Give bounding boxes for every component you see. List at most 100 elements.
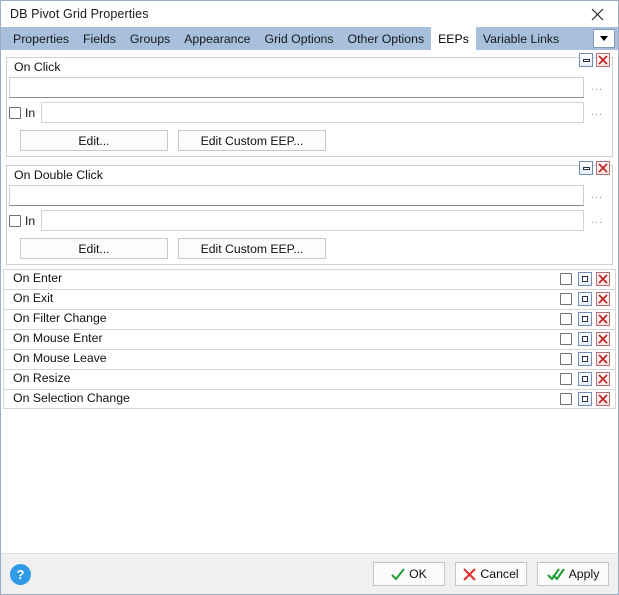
row-tools (560, 352, 610, 366)
delete-icon[interactable] (596, 53, 610, 67)
edit-custom-eep-button[interactable]: Edit Custom EEP... (178, 130, 326, 151)
row-tools (560, 392, 610, 406)
edit-button[interactable]: Edit... (20, 130, 168, 151)
expand-icon[interactable] (578, 352, 592, 366)
tab-other-options[interactable]: Other Options (341, 27, 432, 50)
row-label: On Mouse Enter (4, 332, 108, 345)
delete-icon[interactable] (596, 292, 610, 306)
cross-icon (463, 567, 477, 581)
group-tools (579, 53, 610, 67)
tab-appearance[interactable]: Appearance (177, 27, 257, 50)
row-label: On Resize (4, 372, 76, 385)
row-checkbox[interactable] (560, 313, 572, 325)
in-input[interactable] (41, 102, 584, 123)
in-browse-button[interactable]: ... (584, 210, 610, 231)
chevron-down-icon[interactable] (593, 29, 615, 48)
expand-icon[interactable] (578, 312, 592, 326)
tab-properties[interactable]: Properties (6, 27, 76, 50)
row-on-filter-change[interactable]: On Filter Change (3, 309, 616, 329)
tab-groups[interactable]: Groups (123, 27, 177, 50)
row-on-mouse-enter[interactable]: On Mouse Enter (3, 329, 616, 349)
delete-icon[interactable] (596, 372, 610, 386)
main-field-row: ... (9, 77, 610, 98)
row-checkbox[interactable] (560, 353, 572, 365)
in-checkbox[interactable] (9, 214, 21, 227)
ok-label: OK (409, 567, 427, 581)
row-on-enter[interactable]: On Enter (3, 269, 616, 289)
browse-button[interactable]: ... (584, 185, 610, 206)
row-label: On Mouse Leave (4, 352, 112, 365)
row-on-resize[interactable]: On Resize (3, 369, 616, 389)
row-on-selection-change[interactable]: On Selection Change (3, 389, 616, 409)
expand-icon[interactable] (578, 332, 592, 346)
ok-button[interactable]: OK (373, 562, 445, 586)
in-input[interactable] (41, 210, 584, 231)
in-field-row: In ... (9, 102, 610, 123)
eep-name-input[interactable] (9, 185, 584, 206)
cancel-button[interactable]: Cancel (455, 562, 527, 586)
edit-button[interactable]: Edit... (20, 238, 168, 259)
check-icon (391, 567, 405, 580)
delete-icon[interactable] (596, 312, 610, 326)
tab-fields[interactable]: Fields (76, 27, 123, 50)
row-label: On Enter (4, 272, 68, 285)
footer-bar: ? OK Cancel Apply (1, 553, 618, 594)
expand-icon[interactable] (578, 372, 592, 386)
row-checkbox[interactable] (560, 273, 572, 285)
tab-variable-links[interactable]: Variable Links (476, 27, 566, 50)
page-title: DB Pivot Grid Properties (10, 7, 149, 21)
row-on-exit[interactable]: On Exit (3, 289, 616, 309)
delete-icon[interactable] (596, 332, 610, 346)
main-field-row: ... (9, 185, 610, 206)
in-label: In (25, 105, 36, 120)
row-tools (560, 372, 610, 386)
group-buttons: Edit... Edit Custom EEP... (9, 238, 610, 259)
row-label: On Exit (4, 292, 59, 305)
in-label: In (25, 213, 36, 228)
tab-eeps[interactable]: EEPs (431, 27, 476, 50)
row-checkbox[interactable] (560, 393, 572, 405)
tab-strip: Properties Fields Groups Appearance Grid… (1, 27, 618, 50)
in-field-row: In ... (9, 210, 610, 231)
expand-icon[interactable] (578, 272, 592, 286)
delete-icon[interactable] (596, 272, 610, 286)
eep-name-input[interactable] (9, 77, 584, 98)
row-on-mouse-leave[interactable]: On Mouse Leave (3, 349, 616, 369)
row-checkbox[interactable] (560, 373, 572, 385)
collapsed-event-list: On Enter On Exit On Filter Change On Mou… (3, 269, 616, 409)
in-browse-button[interactable]: ... (584, 102, 610, 123)
group-buttons: Edit... Edit Custom EEP... (9, 130, 610, 151)
eeps-panel: On Click ... In ... Edit... Edit Custom … (1, 50, 618, 553)
delete-icon[interactable] (596, 392, 610, 406)
minimize-icon[interactable] (579, 53, 593, 67)
tab-grid-options[interactable]: Grid Options (258, 27, 341, 50)
delete-icon[interactable] (596, 161, 610, 175)
row-checkbox[interactable] (560, 333, 572, 345)
group-tools (579, 161, 610, 175)
help-icon[interactable]: ? (10, 563, 31, 585)
dialog-window: DB Pivot Grid Properties Properties Fiel… (0, 0, 619, 595)
row-tools (560, 332, 610, 346)
close-icon[interactable] (576, 1, 618, 27)
row-tools (560, 312, 610, 326)
row-label: On Filter Change (4, 312, 112, 325)
group-on-double-click: On Double Click ... In ... Edit... Edit … (3, 158, 616, 266)
browse-button[interactable]: ... (584, 77, 610, 98)
row-checkbox[interactable] (560, 293, 572, 305)
apply-button[interactable]: Apply (537, 562, 609, 586)
expand-icon[interactable] (578, 292, 592, 306)
group-body: ... In ... Edit... Edit Custom EEP... (3, 74, 616, 158)
edit-custom-eep-button[interactable]: Edit Custom EEP... (178, 238, 326, 259)
row-tools (560, 272, 610, 286)
group-title: On Double Click (8, 169, 107, 182)
row-label: On Selection Change (4, 391, 135, 405)
delete-icon[interactable] (596, 352, 610, 366)
title-bar: DB Pivot Grid Properties (1, 1, 618, 27)
action-buttons: OK Cancel Apply (373, 562, 609, 586)
apply-label: Apply (568, 567, 600, 581)
minimize-icon[interactable] (579, 161, 593, 175)
in-checkbox[interactable] (9, 106, 21, 119)
expand-icon[interactable] (578, 392, 592, 406)
tab-strip-filler (566, 27, 593, 50)
group-title: On Click (8, 61, 65, 74)
